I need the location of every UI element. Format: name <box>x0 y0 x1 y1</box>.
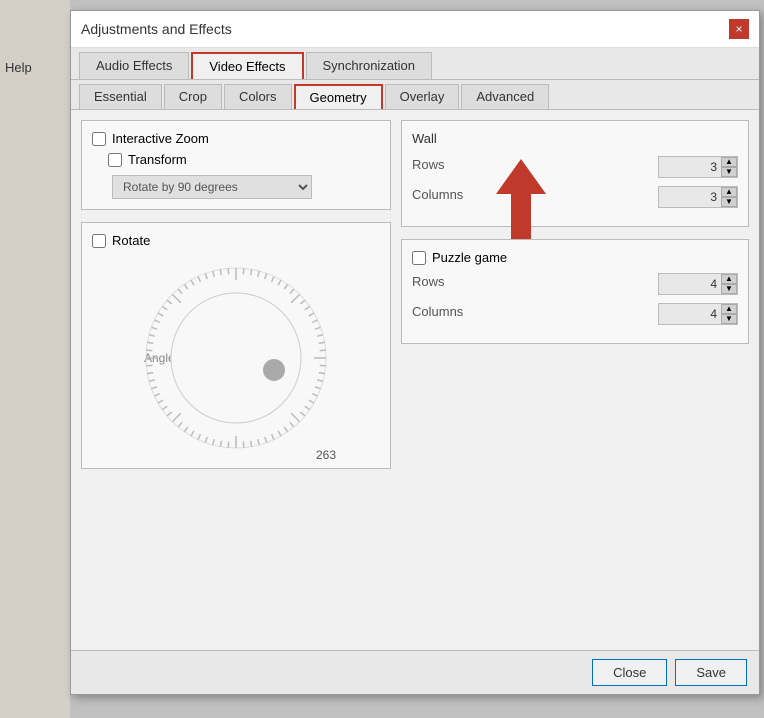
transform-label: Transform <box>128 152 187 167</box>
left-panel: Interactive Zoom Transform Rotate by 90 … <box>81 120 391 640</box>
sub-tabs: Essential Crop Colors Geometry Overlay A… <box>71 80 759 110</box>
angle-value: 263 <box>316 448 336 462</box>
rows-spinner-buttons: ▲ ▼ <box>721 157 737 177</box>
puzzle-columns-buttons: ▲ ▼ <box>721 304 737 324</box>
puzzle-rows-increment-button[interactable]: ▲ <box>721 274 737 284</box>
rows-spinner-row: Rows 3 ▲ ▼ <box>412 156 738 178</box>
columns-spinner-buttons: ▲ ▼ <box>721 187 737 207</box>
dialog-titlebar: Adjustments and Effects × <box>71 11 759 48</box>
rows-increment-button[interactable]: ▲ <box>721 157 737 167</box>
columns-label: Columns <box>412 187 463 202</box>
puzzle-rows-decrement-button[interactable]: ▼ <box>721 284 737 294</box>
close-button[interactable]: Close <box>592 659 667 686</box>
puzzle-columns-value: 4 <box>659 305 721 323</box>
dialog-footer: Close Save <box>71 650 759 694</box>
puzzle-rows-label: Rows <box>412 274 445 289</box>
tab-overlay[interactable]: Overlay <box>385 84 460 109</box>
rotate-checkbox[interactable] <box>92 234 106 248</box>
columns-spinner-row: Columns 3 ▲ ▼ <box>412 186 738 208</box>
interactive-zoom-row: Interactive Zoom <box>92 131 380 146</box>
right-panel: Wall Rows 3 ▲ ▼ Columns <box>401 120 749 640</box>
puzzle-columns-increment-button[interactable]: ▲ <box>721 304 737 314</box>
rows-decrement-button[interactable]: ▼ <box>721 167 737 177</box>
rows-spinner[interactable]: 3 ▲ ▼ <box>658 156 738 178</box>
interactive-zoom-label: Interactive Zoom <box>112 131 209 146</box>
tab-colors[interactable]: Colors <box>224 84 292 109</box>
puzzle-rows-spinner[interactable]: 4 ▲ ▼ <box>658 273 738 295</box>
columns-spinner[interactable]: 3 ▲ ▼ <box>658 186 738 208</box>
rotate-dropdown-row: Rotate by 90 degrees Rotate by 180 degre… <box>112 175 380 199</box>
rows-value: 3 <box>659 158 721 176</box>
tab-video-effects[interactable]: Video Effects <box>191 52 303 79</box>
wall-title: Wall <box>412 131 437 146</box>
tab-audio-effects[interactable]: Audio Effects <box>79 52 189 79</box>
columns-increment-button[interactable]: ▲ <box>721 187 737 197</box>
puzzle-rows-buttons: ▲ ▼ <box>721 274 737 294</box>
columns-value: 3 <box>659 188 721 206</box>
puzzle-columns-decrement-button[interactable]: ▼ <box>721 314 737 324</box>
dialog: Adjustments and Effects × Audio Effects … <box>70 10 760 695</box>
puzzle-columns-label: Columns <box>412 304 463 319</box>
rows-label: Rows <box>412 157 445 172</box>
wheel-area[interactable]: Angle <box>136 258 336 458</box>
puzzle-columns-spinner[interactable]: 4 ▲ ▼ <box>658 303 738 325</box>
columns-decrement-button[interactable]: ▼ <box>721 197 737 207</box>
puzzle-checkbox[interactable] <box>412 251 426 265</box>
dialog-title: Adjustments and Effects <box>81 21 232 37</box>
tab-advanced[interactable]: Advanced <box>461 84 549 109</box>
wall-section: Wall Rows 3 ▲ ▼ Columns <box>401 120 749 227</box>
rotate-label: Rotate <box>112 233 150 248</box>
interactive-zoom-checkbox[interactable] <box>92 132 106 146</box>
puzzle-checkbox-row: Puzzle game <box>412 250 738 265</box>
main-tabs: Audio Effects Video Effects Synchronizat… <box>71 48 759 80</box>
interactive-zoom-section: Interactive Zoom Transform Rotate by 90 … <box>81 120 391 210</box>
save-button[interactable]: Save <box>675 659 747 686</box>
help-sidebar: Help <box>0 0 70 718</box>
help-label[interactable]: Help <box>5 60 32 75</box>
puzzle-rows-value: 4 <box>659 275 721 293</box>
dialog-close-button[interactable]: × <box>729 19 749 39</box>
transform-row: Transform <box>108 152 380 167</box>
puzzle-rows-spinner-row: Rows 4 ▲ ▼ <box>412 273 738 295</box>
rotate-wheel-container: Angle <box>92 258 380 458</box>
puzzle-section: Puzzle game Rows 4 ▲ ▼ Columns <box>401 239 749 344</box>
wheel-svg <box>136 258 336 458</box>
tab-synchronization[interactable]: Synchronization <box>306 52 433 79</box>
transform-checkbox[interactable] <box>108 153 122 167</box>
rotate-dropdown[interactable]: Rotate by 90 degrees Rotate by 180 degre… <box>112 175 312 199</box>
wall-title-row: Wall <box>412 131 738 146</box>
tab-essential[interactable]: Essential <box>79 84 162 109</box>
content-area: Interactive Zoom Transform Rotate by 90 … <box>71 110 759 650</box>
tab-crop[interactable]: Crop <box>164 84 222 109</box>
rotate-checkbox-row: Rotate <box>92 233 380 248</box>
rotate-section: Rotate Angle <box>81 222 391 469</box>
tab-geometry[interactable]: Geometry <box>294 84 383 109</box>
puzzle-label: Puzzle game <box>432 250 507 265</box>
puzzle-columns-spinner-row: Columns 4 ▲ ▼ <box>412 303 738 325</box>
